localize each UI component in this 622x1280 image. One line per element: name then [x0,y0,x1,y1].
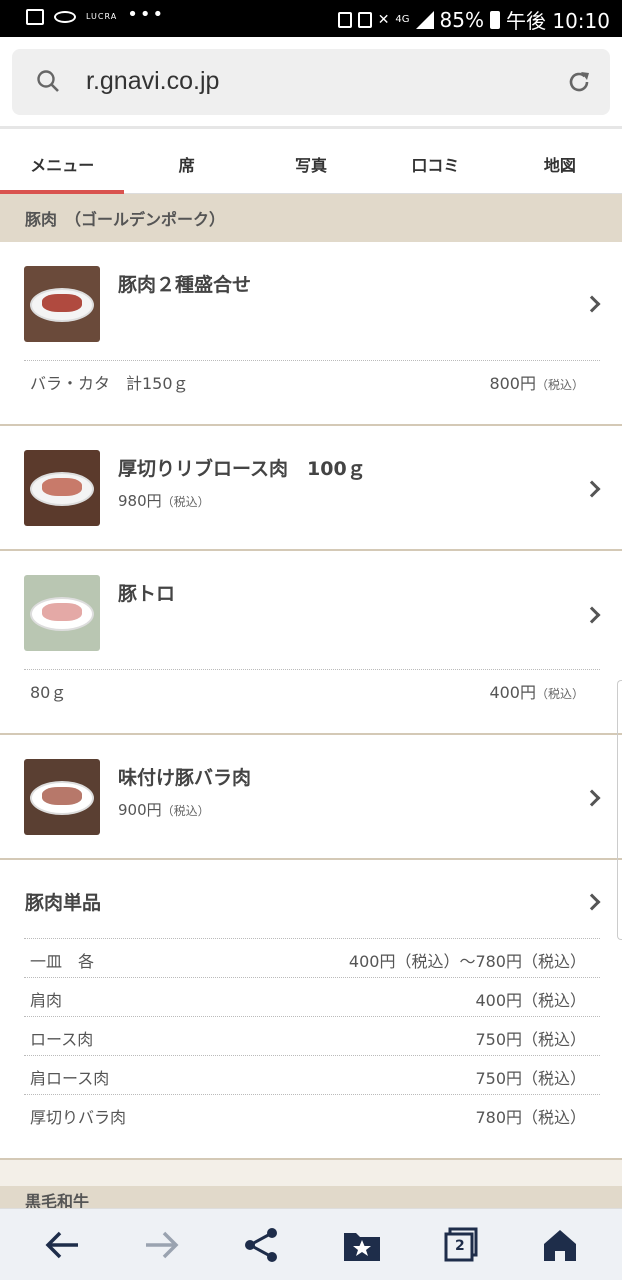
chevron-right-icon[interactable] [583,480,601,498]
menu-item-photo [24,759,100,835]
tax-label: （税込） [161,804,210,818]
menu-item-detail: 80ｇ [30,683,67,702]
bookmarks-icon[interactable] [342,1227,382,1263]
menu-item[interactable]: 豚肉２種盛合せ バラ・カタ 計150ｇ 800円（税込） [0,242,622,426]
n-icon [357,11,372,28]
row-label: 一皿 各 [30,952,95,971]
menu-item-name[interactable]: 豚肉２種盛合せ [118,270,251,297]
menu-item-photo [24,450,100,526]
row-price: 750円（税込） [475,1030,586,1049]
menu-item-price: 980円（税込） [118,490,210,511]
price-value: 800円 [489,374,536,393]
section-header: 豚肉 （ゴールデンポーク） [0,194,622,242]
page-tabs: メニュー 席 写真 口コミ 地図 [0,132,622,194]
back-arrow-icon[interactable] [42,1227,82,1263]
menu-item-name[interactable]: 厚切りリブロース肉 100ｇ [118,454,366,481]
battery-icon [490,10,500,29]
menu-group-title[interactable]: 豚肉単品 [25,888,101,915]
row-price: 780円（税込） [475,1108,586,1127]
menu-item-detail: バラ・カタ 計150ｇ [30,374,189,393]
chevron-right-icon[interactable] [583,893,601,911]
menu-item[interactable]: 厚切りリブロース肉 100ｇ 980円（税込） [0,426,622,551]
section-gap [0,1160,622,1186]
table-row: ロース肉 750円（税込） [24,1016,600,1055]
row-label: 肩ロース肉 [30,1069,110,1088]
tab-menu[interactable]: メニュー [0,132,125,194]
menu-item[interactable]: 豚トロ 80ｇ 400円（税込） [0,551,622,735]
menu-item[interactable]: 味付け豚バラ肉 900円（税込） [0,735,622,860]
row-price: 750円（税込） [475,1069,586,1088]
url-text[interactable]: r.gnavi.co.jp [86,67,219,96]
tax-label: （税込） [161,495,210,509]
table-row: 肩肉 400円（税込） [24,977,600,1016]
row-price: 400円（税込） [475,991,586,1010]
forward-arrow-icon[interactable] [142,1227,182,1263]
image-notification-icon [26,8,44,25]
status-bar: LUCRA ••• ✕ 4G 85% 午後 10:10 [0,0,622,37]
nfc-icon [337,11,352,28]
clock: 午後 10:10 [506,9,610,33]
scrollbar[interactable] [617,680,622,940]
more-notifications-icon: ••• [127,4,166,25]
search-icon [37,70,59,92]
reload-icon[interactable] [566,69,592,95]
browser-bottom-nav: 2 [0,1208,622,1280]
share-icon[interactable] [242,1227,282,1263]
menu-item-photo [24,575,100,651]
home-icon[interactable] [540,1227,580,1263]
tax-label: （税込） [535,378,584,392]
tabs-count: 2 [455,1238,465,1254]
price-value: 400円 [489,683,536,702]
price-value: 900円 [118,801,162,819]
table-row: 一皿 各 400円（税込）〜780円（税込） [24,938,600,977]
price-value: 980円 [118,492,162,510]
chevron-right-icon[interactable] [583,789,601,807]
row-label: 厚切りバラ肉 [30,1108,127,1127]
menu-item-name[interactable]: 豚トロ [118,579,175,606]
chevron-right-icon[interactable] [583,295,601,313]
chevron-right-icon[interactable] [583,606,601,624]
menu-item-price: 800円（税込） [489,370,584,394]
row-label: ロース肉 [30,1030,94,1049]
table-row: 厚切りバラ肉 780円（税込） [24,1094,600,1133]
tax-label: （税込） [535,687,584,701]
tabs-button[interactable]: 2 [442,1227,482,1263]
tab-reviews[interactable]: 口コミ [373,132,497,193]
tab-seats[interactable]: 席 [124,132,248,193]
menu-item-photo [24,266,100,342]
battery-percent: 85% [439,7,484,32]
divider [24,360,600,361]
menu-item-name[interactable]: 味付け豚バラ肉 [118,763,251,790]
menu-item-price: 900円（税込） [118,799,210,820]
divider [24,669,600,670]
menu-item-price: 400円（税込） [489,679,584,703]
network-type: 4G [395,14,410,25]
row-price: 400円（税込）〜780円（税込） [348,952,586,971]
menu-group[interactable]: 豚肉単品 一皿 各 400円（税込）〜780円（税込） 肩肉 400円（税込） ロー… [0,860,622,1160]
browser-toolbar: r.gnavi.co.jp [0,37,622,129]
mute-icon: ✕ [377,11,390,28]
address-bar[interactable]: r.gnavi.co.jp [12,49,610,115]
row-label: 肩肉 [30,991,63,1010]
section-header: 黒毛和牛 [0,1186,622,1208]
tab-map[interactable]: 地図 [498,132,622,193]
carrier-logo: LUCRA [86,12,118,21]
table-row: 肩ロース肉 750円（税込） [24,1055,600,1094]
planet-notification-icon [54,10,76,23]
signal-icon [415,10,434,29]
tab-photos[interactable]: 写真 [249,132,373,193]
